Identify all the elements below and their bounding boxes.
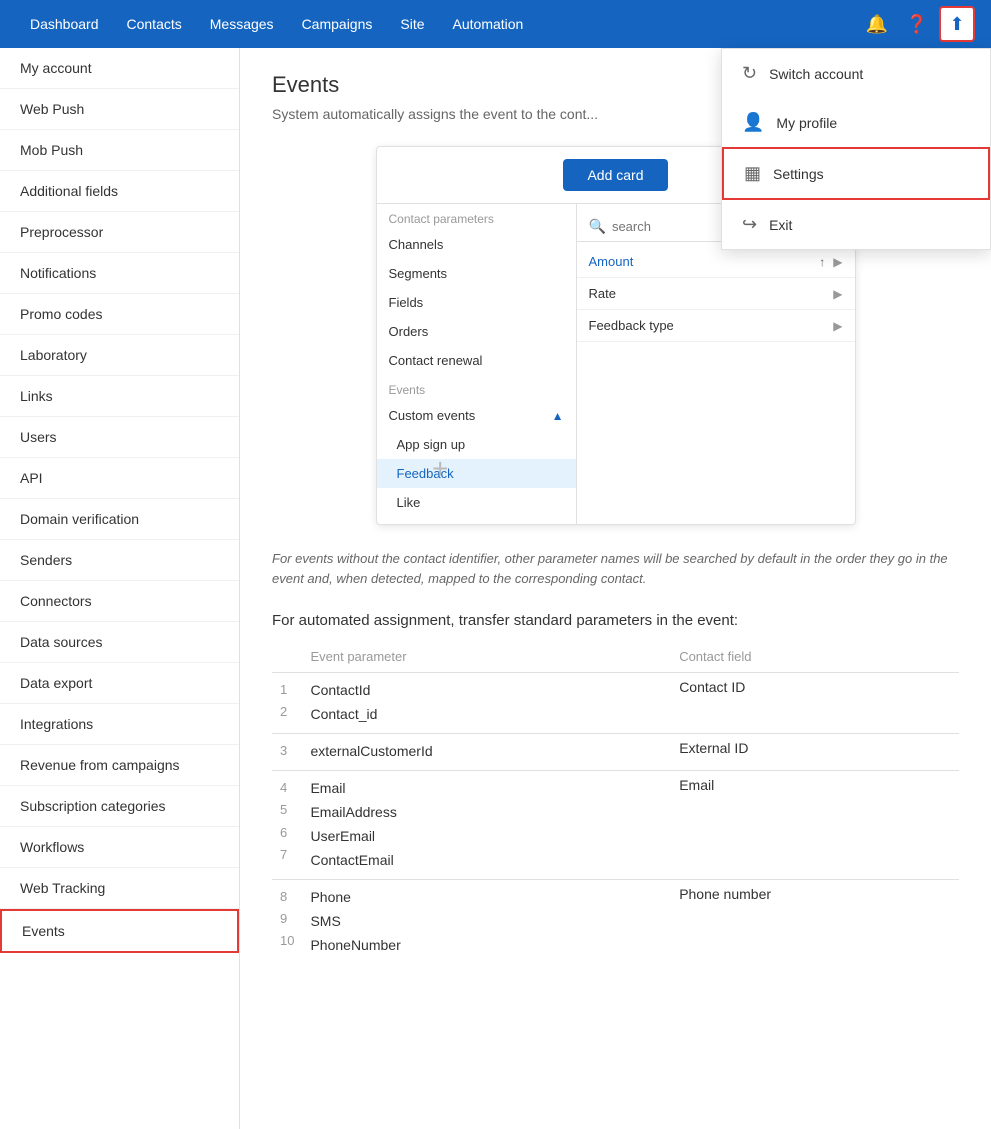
sidebar-item-laboratory[interactable]: Laboratory — [0, 335, 239, 376]
dropdown-settings[interactable]: ▦ Settings — [722, 147, 990, 200]
account-dropdown: ↻ Switch account 👤 My profile ▦ Settings… — [721, 48, 991, 250]
switch-account-label: Switch account — [769, 66, 863, 82]
table-row: 3 externalCustomerId External ID — [272, 734, 959, 770]
search-icon: 🔍 — [589, 218, 606, 235]
account-menu-icon[interactable]: ⬆ — [939, 6, 975, 42]
exit-icon: ↪ — [742, 214, 757, 235]
card-list-feedback[interactable]: Feedback — [377, 459, 576, 488]
sidebar-item-preprocessor[interactable]: Preprocessor — [0, 212, 239, 253]
nav-item-contacts[interactable]: Contacts — [113, 0, 196, 48]
nav-item-site[interactable]: Site — [386, 0, 438, 48]
feedback-type-chevron-icon: ▶ — [833, 319, 842, 333]
sidebar-item-api[interactable]: API — [0, 458, 239, 499]
sidebar-item-promo-codes[interactable]: Promo codes — [0, 294, 239, 335]
sidebar-item-data-export[interactable]: Data export — [0, 663, 239, 704]
rate-label: Rate — [589, 286, 616, 301]
nav-item-messages[interactable]: Messages — [196, 0, 288, 48]
dropdown-my-profile[interactable]: 👤 My profile — [722, 98, 990, 147]
switch-account-icon: ↻ — [742, 63, 757, 84]
top-navigation: Dashboard Contacts Messages Campaigns Si… — [0, 0, 991, 48]
sidebar-item-data-sources[interactable]: Data sources — [0, 622, 239, 663]
exit-label: Exit — [769, 217, 792, 233]
sidebar: My account Web Push Mob Push Additional … — [0, 48, 240, 1129]
sidebar-item-web-push[interactable]: Web Push — [0, 89, 239, 130]
params-title: For automated assignment, transfer stand… — [272, 612, 959, 629]
table-row: 4567 EmailEmailAddressUserEmailContactEm… — [272, 771, 959, 879]
my-profile-label: My profile — [776, 115, 837, 131]
italic-note: For events without the contact identifie… — [272, 549, 959, 588]
sidebar-item-additional-fields[interactable]: Additional fields — [0, 171, 239, 212]
event-param-header: Event parameter — [302, 645, 671, 673]
sidebar-item-workflows[interactable]: Workflows — [0, 827, 239, 868]
events-section-header: Events — [377, 375, 576, 401]
notifications-icon[interactable]: 🔔 — [859, 6, 895, 42]
nav-item-automation[interactable]: Automation — [439, 0, 538, 48]
sidebar-item-subscription-categories[interactable]: Subscription categories — [0, 786, 239, 827]
table-row: 12 ContactIdContact_id Contact ID — [272, 673, 959, 733]
sidebar-item-my-account[interactable]: My account — [0, 48, 239, 89]
plus-decoration-2: + — [432, 453, 448, 485]
card-list-app-sign-up[interactable]: App sign up — [377, 430, 576, 459]
card-list-segments[interactable]: Segments — [377, 259, 576, 288]
card-left-panel: Contact parameters Channels Segments Fie… — [377, 204, 577, 524]
help-icon[interactable]: ❓ — [899, 6, 935, 42]
settings-label: Settings — [773, 166, 824, 182]
card-list-fields[interactable]: Fields — [377, 288, 576, 317]
amount-label: Amount — [589, 254, 634, 269]
sidebar-item-notifications[interactable]: Notifications — [0, 253, 239, 294]
nav-item-dashboard[interactable]: Dashboard — [16, 0, 113, 48]
feedback-type-label: Feedback type — [589, 318, 674, 333]
table-row: 8910 PhoneSMSPhoneNumber Phone number — [272, 880, 959, 964]
card-list-custom-events[interactable]: Custom events ▲ — [377, 401, 576, 430]
dropdown-exit[interactable]: ↪ Exit — [722, 200, 990, 249]
cursor-icon: ↑ — [819, 255, 825, 269]
card-list-orders[interactable]: Orders — [377, 317, 576, 346]
card-right-panel: 🔍 Amount ↑ ▶ Rate ▶ — [577, 204, 855, 524]
sidebar-item-integrations[interactable]: Integrations — [0, 704, 239, 745]
nav-item-campaigns[interactable]: Campaigns — [288, 0, 387, 48]
card-right-feedback-type[interactable]: Feedback type ▶ — [577, 310, 855, 342]
amount-chevron-icon: ▶ — [833, 255, 842, 269]
contact-field-header: Contact field — [671, 645, 959, 673]
settings-icon: ▦ — [744, 163, 761, 184]
add-card-button[interactable]: Add card — [563, 159, 667, 191]
card-list-contact-renewal[interactable]: Contact renewal — [377, 346, 576, 375]
sidebar-item-users[interactable]: Users — [0, 417, 239, 458]
card-right-amount[interactable]: Amount ↑ ▶ — [577, 246, 855, 278]
sidebar-item-mob-push[interactable]: Mob Push — [0, 130, 239, 171]
contact-params-section-header: Contact parameters — [377, 204, 576, 230]
sidebar-item-revenue[interactable]: Revenue from campaigns — [0, 745, 239, 786]
collapse-icon: ▲ — [552, 409, 564, 423]
params-table: Event parameter Contact field 12 Contact… — [272, 645, 959, 963]
card-list-like[interactable]: Like — [377, 488, 576, 517]
sidebar-item-web-tracking[interactable]: Web Tracking — [0, 868, 239, 909]
sidebar-item-senders[interactable]: Senders — [0, 540, 239, 581]
profile-icon: 👤 — [742, 112, 764, 133]
sidebar-item-links[interactable]: Links — [0, 376, 239, 417]
dropdown-switch-account[interactable]: ↻ Switch account — [722, 49, 990, 98]
col-num-header — [272, 645, 302, 673]
rate-chevron-icon: ▶ — [833, 287, 842, 301]
card-list-channels[interactable]: Channels — [377, 230, 576, 259]
card-list-add-friends[interactable]: Add friends — [377, 517, 576, 524]
card-right-rate[interactable]: Rate ▶ — [577, 278, 855, 310]
sidebar-item-connectors[interactable]: Connectors — [0, 581, 239, 622]
sidebar-item-events[interactable]: Events — [0, 909, 239, 953]
sidebar-item-domain-verification[interactable]: Domain verification — [0, 499, 239, 540]
